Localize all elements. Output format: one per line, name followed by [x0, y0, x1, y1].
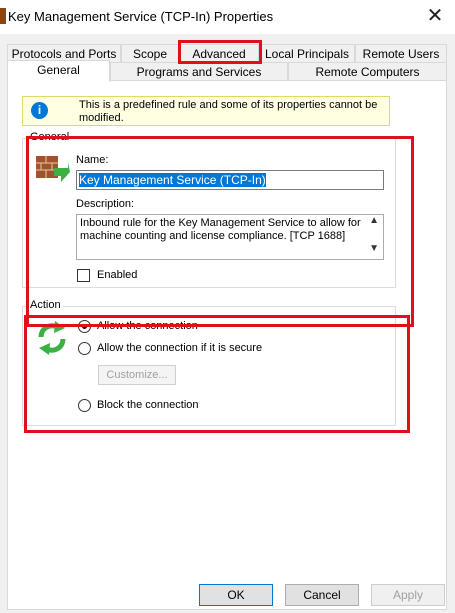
tab-general[interactable]: General [7, 60, 110, 82]
apply-button[interactable]: Apply [371, 584, 445, 606]
ok-button[interactable]: OK [199, 584, 273, 606]
info-bar: i This is a predefined rule and some of … [22, 96, 390, 126]
close-icon[interactable]: ✕ [421, 6, 449, 28]
action-section-highlight [24, 315, 410, 433]
dialog-body: Protocols and Ports Scope Advanced Local… [0, 34, 455, 613]
info-text: This is a predefined rule and some of it… [79, 99, 378, 124]
general-section-highlight [26, 136, 414, 327]
tab-programs-and-services[interactable]: Programs and Services [110, 62, 288, 80]
tab-remote-users[interactable]: Remote Users [355, 44, 447, 62]
title-bar: Key Management Service (TCP-In) Properti… [0, 0, 455, 34]
tab-remote-computers[interactable]: Remote Computers [288, 62, 447, 80]
app-icon [0, 8, 6, 24]
advanced-tab-highlight [178, 40, 262, 64]
cancel-button[interactable]: Cancel [285, 584, 359, 606]
window-title: Key Management Service (TCP-In) Properti… [8, 9, 274, 24]
tab-local-principals[interactable]: Local Principals [259, 44, 355, 62]
info-icon: i [31, 102, 48, 119]
tab-scope[interactable]: Scope [121, 44, 179, 62]
